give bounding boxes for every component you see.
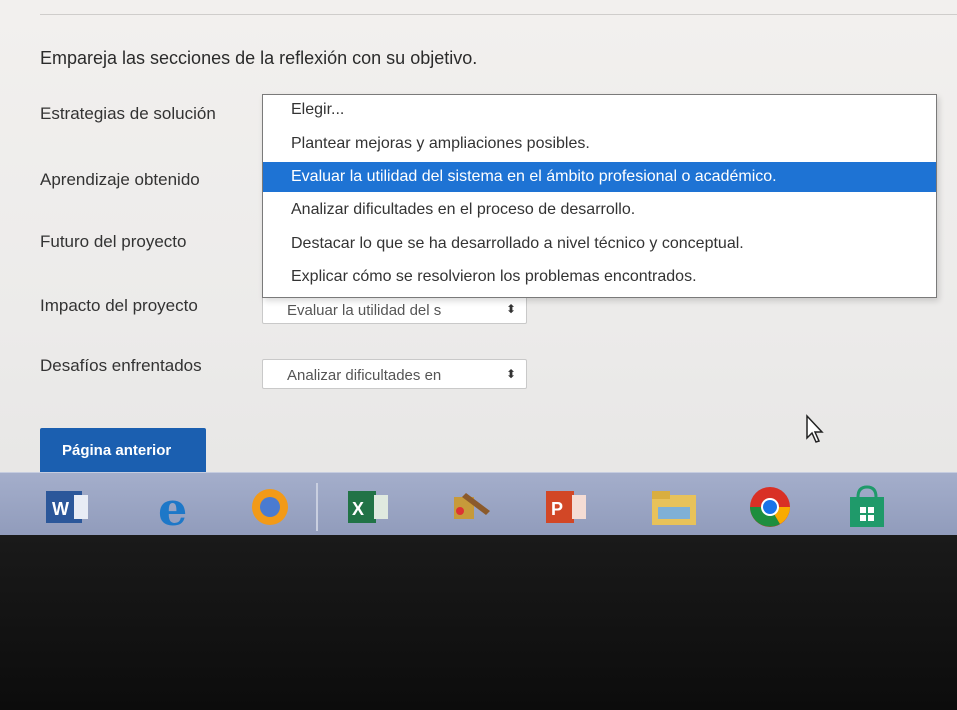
row-label-estrategias: Estrategias de solución bbox=[40, 104, 216, 123]
svg-text:e: e bbox=[158, 482, 187, 533]
select-impacto[interactable]: Evaluar la utilidad del s ⬍ bbox=[262, 294, 527, 324]
row-label-desafios: Desafíos enfrentados bbox=[40, 356, 202, 375]
select-arrows-icon: ⬍ bbox=[505, 367, 516, 381]
excel-icon[interactable]: X bbox=[344, 481, 400, 533]
dropdown-option[interactable]: Analizar dificultades en el proceso de d… bbox=[263, 195, 936, 225]
powerpoint-icon[interactable]: P bbox=[542, 481, 598, 533]
select-desafios-value: Analizar dificultades en bbox=[287, 367, 442, 384]
dropdown-option-selected[interactable]: Evaluar la utilidad del sistema en el ám… bbox=[263, 162, 936, 192]
select-arrows-icon: ⬍ bbox=[505, 302, 516, 316]
taskbar: W e X P bbox=[0, 472, 957, 541]
dropdown-option[interactable]: Elegir... bbox=[263, 95, 936, 125]
row-label-aprendizaje: Aprendizaje obtenido bbox=[40, 170, 200, 189]
previous-page-button[interactable]: Página anterior bbox=[40, 428, 206, 474]
dropdown-list[interactable]: Elegir... Plantear mejoras y ampliacione… bbox=[262, 94, 937, 298]
dropdown-option[interactable]: Destacar lo que se ha desarrollado a niv… bbox=[263, 229, 936, 259]
store-icon[interactable] bbox=[840, 481, 896, 533]
dropdown-option[interactable]: Explicar cómo se resolvieron los problem… bbox=[263, 262, 936, 292]
mouse-cursor-icon bbox=[806, 414, 824, 443]
screen: Empareja las secciones de la reflexión c… bbox=[0, 0, 957, 535]
top-divider bbox=[40, 14, 957, 15]
row-label-futuro: Futuro del proyecto bbox=[40, 232, 187, 251]
monitor-bezel bbox=[0, 535, 957, 710]
chrome-icon[interactable] bbox=[744, 481, 800, 533]
select-desafios[interactable]: Analizar dificultades en ⬍ bbox=[262, 359, 527, 389]
svg-text:W: W bbox=[52, 499, 69, 519]
edge-icon[interactable]: e bbox=[150, 481, 206, 536]
word-icon[interactable]: W bbox=[40, 481, 96, 533]
question-text: Empareja las secciones de la reflexión c… bbox=[40, 48, 478, 68]
svg-text:P: P bbox=[551, 499, 563, 519]
paint-icon[interactable] bbox=[446, 481, 502, 533]
select-impacto-value: Evaluar la utilidad del s bbox=[287, 302, 442, 319]
explorer-icon[interactable] bbox=[648, 481, 704, 533]
cortana-icon[interactable] bbox=[242, 481, 298, 533]
taskbar-divider bbox=[316, 483, 318, 531]
svg-text:X: X bbox=[352, 499, 364, 519]
row-label-impacto: Impacto del proyecto bbox=[40, 296, 198, 315]
dropdown-option[interactable]: Plantear mejoras y ampliaciones posibles… bbox=[263, 129, 936, 159]
